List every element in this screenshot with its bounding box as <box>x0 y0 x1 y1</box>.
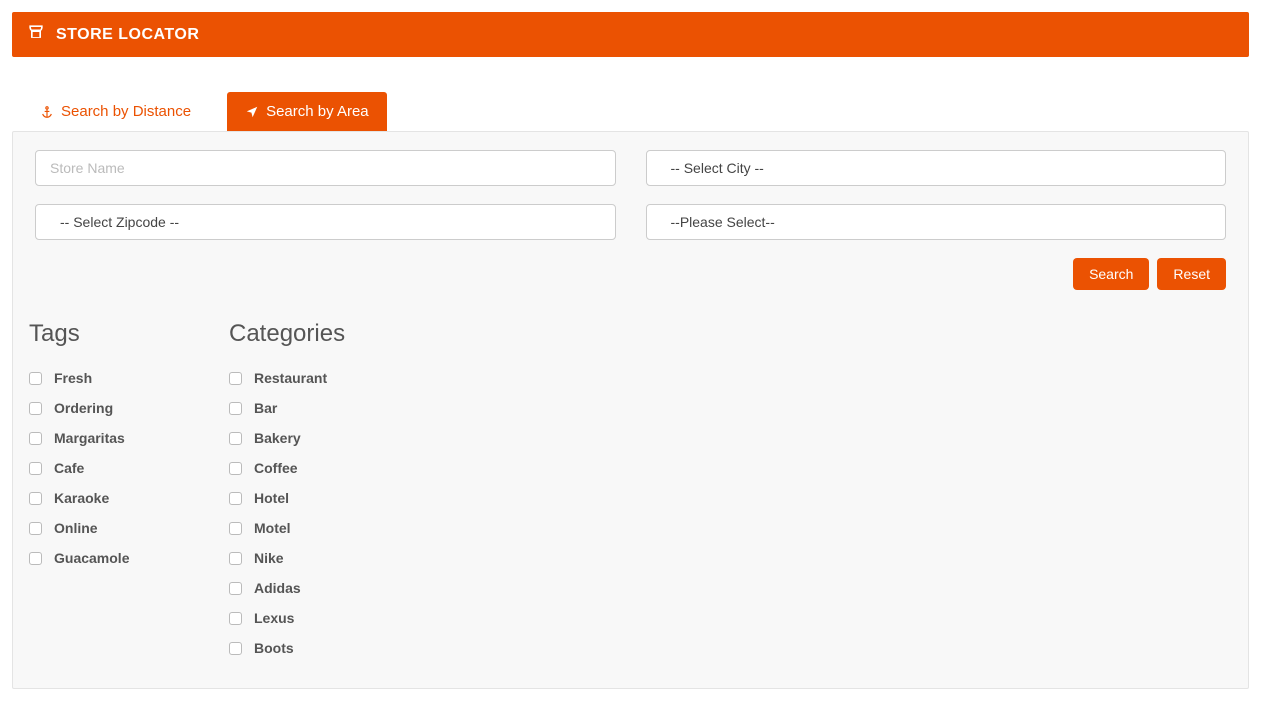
category-label: Nike <box>254 550 284 566</box>
category-label: Bakery <box>254 430 301 446</box>
tag-checkbox[interactable] <box>29 432 42 445</box>
category-item[interactable]: Motel <box>229 520 369 536</box>
category-checkbox[interactable] <box>229 432 242 445</box>
tab-distance-label: Search by Distance <box>61 103 191 120</box>
category-checkbox[interactable] <box>229 642 242 655</box>
tag-label: Fresh <box>54 370 92 386</box>
page-header: STORE LOCATOR <box>12 12 1249 57</box>
category-label: Hotel <box>254 490 289 506</box>
category-checkbox[interactable] <box>229 582 242 595</box>
tag-label: Margaritas <box>54 430 125 446</box>
category-label: Motel <box>254 520 291 536</box>
city-select[interactable]: -- Select City -- <box>646 150 1227 186</box>
tag-item[interactable]: Online <box>29 520 169 536</box>
tab-search-by-area[interactable]: Search by Area <box>227 92 387 131</box>
category-item[interactable]: Hotel <box>229 490 369 506</box>
category-checkbox[interactable] <box>229 402 242 415</box>
tag-label: Cafe <box>54 460 84 476</box>
category-item[interactable]: Bakery <box>229 430 369 446</box>
category-item[interactable]: Coffee <box>229 460 369 476</box>
search-button[interactable]: Search <box>1073 258 1149 290</box>
tag-checkbox[interactable] <box>29 522 42 535</box>
tag-checkbox[interactable] <box>29 402 42 415</box>
category-item[interactable]: Boots <box>229 640 369 656</box>
search-tabs: Search by Distance Search by Area <box>12 92 1249 131</box>
category-label: Boots <box>254 640 294 656</box>
categories-column: Categories Restaurant Bar Bakery Coffee Hote… <box>229 320 369 670</box>
category-item[interactable]: Restaurant <box>229 370 369 386</box>
category-item[interactable]: Nike <box>229 550 369 566</box>
category-item[interactable]: Bar <box>229 400 369 416</box>
reset-button[interactable]: Reset <box>1157 258 1226 290</box>
tab-area-label: Search by Area <box>266 103 369 120</box>
category-label: Coffee <box>254 460 298 476</box>
category-label: Lexus <box>254 610 294 626</box>
tag-item[interactable]: Margaritas <box>29 430 169 446</box>
tag-checkbox[interactable] <box>29 492 42 505</box>
location-arrow-icon <box>245 105 259 119</box>
tag-checkbox[interactable] <box>29 552 42 565</box>
page-title: STORE LOCATOR <box>56 26 199 44</box>
tag-label: Online <box>54 520 98 536</box>
category-label: Adidas <box>254 580 301 596</box>
form-row-1: -- Select City -- <box>35 150 1226 186</box>
zipcode-select[interactable]: -- Select Zipcode -- <box>35 204 616 240</box>
tag-label: Karaoke <box>54 490 109 506</box>
action-buttons: Search Reset <box>35 258 1226 290</box>
filter-section: Tags Fresh Ordering Margaritas Cafe Karaoke O… <box>29 320 1226 670</box>
category-label: Restaurant <box>254 370 327 386</box>
category-checkbox[interactable] <box>229 552 242 565</box>
category-item[interactable]: Lexus <box>229 610 369 626</box>
store-icon <box>26 22 46 47</box>
category-checkbox[interactable] <box>229 612 242 625</box>
category-checkbox[interactable] <box>229 492 242 505</box>
tag-item[interactable]: Ordering <box>29 400 169 416</box>
tag-label: Guacamole <box>54 550 129 566</box>
category-checkbox[interactable] <box>229 462 242 475</box>
tag-checkbox[interactable] <box>29 462 42 475</box>
category-item[interactable]: Adidas <box>229 580 369 596</box>
categories-heading: Categories <box>229 320 369 348</box>
category-checkbox[interactable] <box>229 522 242 535</box>
category-checkbox[interactable] <box>229 372 242 385</box>
tag-item[interactable]: Karaoke <box>29 490 169 506</box>
category-label: Bar <box>254 400 277 416</box>
tags-heading: Tags <box>29 320 169 348</box>
tag-item[interactable]: Cafe <box>29 460 169 476</box>
anchor-icon <box>40 105 54 119</box>
tag-checkbox[interactable] <box>29 372 42 385</box>
tags-column: Tags Fresh Ordering Margaritas Cafe Karaoke O… <box>29 320 169 670</box>
tag-item[interactable]: Fresh <box>29 370 169 386</box>
form-row-2: -- Select Zipcode -- --Please Select-- <box>35 204 1226 240</box>
generic-select[interactable]: --Please Select-- <box>646 204 1227 240</box>
tab-search-by-distance[interactable]: Search by Distance <box>22 92 209 131</box>
search-panel: -- Select City -- -- Select Zipcode -- -… <box>12 131 1249 689</box>
store-name-input[interactable] <box>35 150 616 186</box>
tag-item[interactable]: Guacamole <box>29 550 169 566</box>
tag-label: Ordering <box>54 400 113 416</box>
